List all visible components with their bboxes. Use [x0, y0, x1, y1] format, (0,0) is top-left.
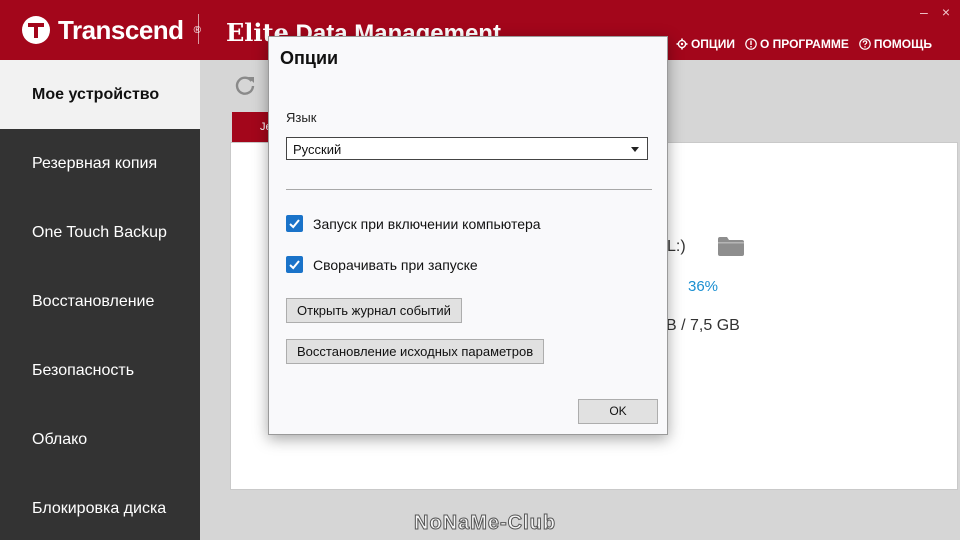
checkmark-icon [289, 219, 300, 229]
close-button[interactable]: × [942, 4, 950, 20]
sidebar-item-label: Мое устройство [32, 85, 160, 103]
transcend-logo-icon [22, 16, 50, 44]
sidebar-item-my-device[interactable]: Мое устройство [0, 60, 200, 129]
usage-percent: 36% [688, 278, 719, 295]
minimize-checkbox-label: Сворачивать при запуске [313, 256, 478, 273]
sidebar-item-label: Блокировка диска [32, 499, 167, 517]
sidebar-item-label: Резервная копия [32, 154, 158, 172]
startup-checkbox[interactable] [286, 215, 303, 232]
minimize-checkbox-row[interactable]: Сворачивать при запуске [286, 256, 478, 273]
restore-defaults-button[interactable]: Восстановление исходных параметров [286, 339, 545, 364]
sidebar-item-one-touch-backup[interactable]: One Touch Backup [0, 198, 200, 267]
options-menu-item[interactable]: ОПЦИИ [676, 37, 735, 51]
language-select-value: Русский [293, 142, 342, 157]
options-dialog: Опции Язык Русский Запуск при включении … [268, 36, 668, 435]
ok-button[interactable]: OK [578, 399, 658, 424]
top-menu: ОПЦИИ О ПРОГРАММЕ ПОМОЩЬ [676, 37, 932, 51]
gear-icon [676, 38, 688, 50]
header-divider [198, 14, 199, 44]
sidebar-item-disk-lock[interactable]: Блокировка диска [0, 474, 200, 540]
help-menu-label: ПОМОЩЬ [873, 37, 932, 51]
sidebar-item-cloud[interactable]: Облако [0, 405, 200, 474]
sidebar-item-label: Восстановление [32, 292, 155, 310]
refresh-icon[interactable] [234, 74, 256, 96]
dialog-separator [286, 189, 652, 190]
minimize-on-start-checkbox[interactable] [286, 256, 303, 273]
about-menu-label: О ПРОГРАММЕ [759, 37, 849, 51]
capacity-text: B / 7,5 GB [666, 317, 740, 334]
dropdown-arrow-icon [631, 147, 639, 152]
sidebar-item-label: One Touch Backup [32, 223, 167, 241]
options-menu-label: ОПЦИИ [690, 37, 735, 51]
about-menu-item[interactable]: О ПРОГРАММЕ [745, 37, 849, 51]
sidebar-item-backup[interactable]: Резервная копия [0, 129, 200, 198]
folder-icon[interactable] [718, 236, 744, 256]
dialog-title: Опции [280, 48, 339, 68]
brand-name: Transcend [58, 14, 184, 45]
watermark-text: NoNaMe-Club [413, 512, 557, 535]
help-icon [859, 38, 871, 50]
help-menu-item[interactable]: ПОМОЩЬ [859, 37, 932, 51]
sidebar-item-label: Облако [32, 430, 88, 448]
startup-checkbox-row[interactable]: Запуск при включении компьютера [286, 215, 541, 232]
language-select[interactable]: Русский [286, 137, 648, 160]
startup-checkbox-label: Запуск при включении компьютера [313, 215, 541, 232]
sidebar-item-restore[interactable]: Восстановление [0, 267, 200, 336]
transcend-logo: Transcend® [22, 12, 201, 48]
sidebar-item-security[interactable]: Безопасность [0, 336, 200, 405]
checkmark-icon [289, 260, 300, 270]
sidebar: Мое устройство Резервная копия One Touch… [0, 60, 200, 540]
sidebar-item-label: Безопасность [32, 361, 135, 379]
window-controls: – × [920, 4, 950, 20]
language-label: Язык [286, 110, 317, 125]
open-event-log-button[interactable]: Открыть журнал событий [286, 298, 462, 323]
minimize-button[interactable]: – [920, 4, 928, 20]
drive-label: L:) [667, 238, 686, 255]
info-icon [745, 38, 757, 50]
